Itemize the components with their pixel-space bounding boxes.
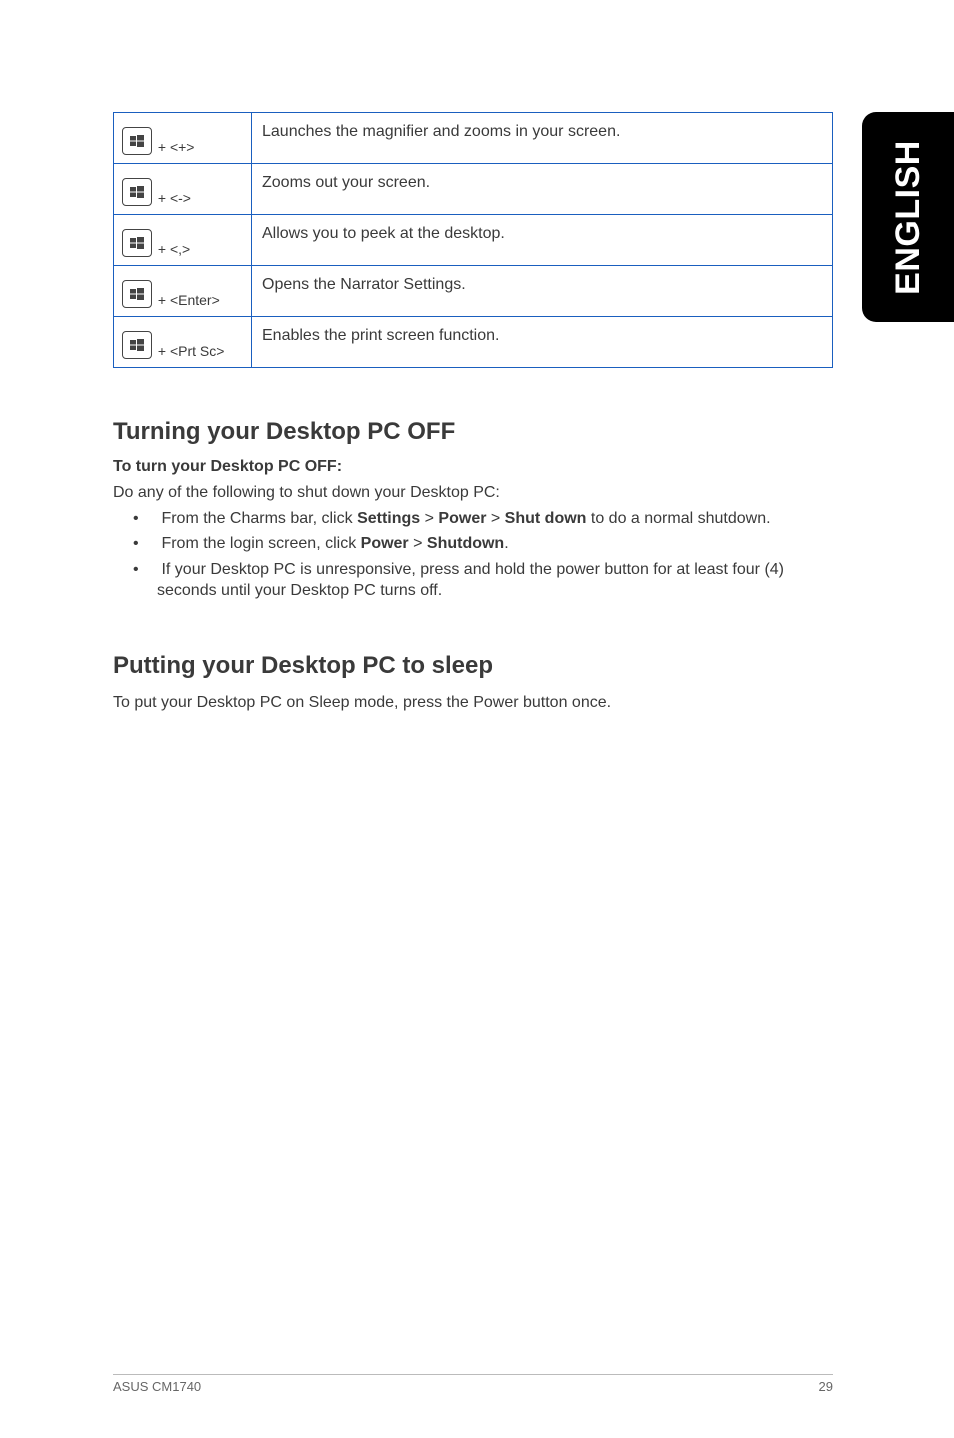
bullet-text: If your Desktop PC is unresponsive, pres… (157, 561, 784, 600)
windows-key-icon (122, 127, 152, 155)
shortcut-key-cell: + <Enter> (114, 266, 252, 317)
windows-key-icon (122, 229, 152, 257)
section1-intro: Do any of the following to shut down you… (113, 482, 833, 504)
shortcut-desc: Launches the magnifier and zooms in your… (252, 113, 833, 164)
shortcut-desc: Zooms out your screen. (252, 164, 833, 215)
shortcut-suffix: + <-> (158, 190, 191, 206)
shortcut-suffix: + <Prt Sc> (158, 343, 225, 359)
footer-model: ASUS CM1740 (113, 1379, 201, 1394)
list-item: From the login screen, click Power > Shu… (113, 533, 833, 555)
bullet-text: . (504, 535, 508, 552)
bullet-text: > (420, 510, 438, 527)
section1-bullets: From the Charms bar, click Settings > Po… (113, 508, 833, 602)
table-row: + <,> Allows you to peek at the desktop. (114, 215, 833, 266)
shortcut-desc: Allows you to peek at the desktop. (252, 215, 833, 266)
bullet-bold: Power (361, 535, 409, 552)
table-row: + <+> Launches the magnifier and zooms i… (114, 113, 833, 164)
bullet-text: to do a normal shutdown. (586, 510, 770, 527)
footer-page-number: 29 (819, 1379, 833, 1394)
bullet-text: > (409, 535, 427, 552)
bullet-bold: Power (438, 510, 486, 527)
shortcut-key-cell: + <,> (114, 215, 252, 266)
page-footer: ASUS CM1740 29 (113, 1374, 833, 1394)
windows-key-icon (122, 331, 152, 359)
bullet-bold: Shutdown (427, 535, 504, 552)
bullet-bold: Settings (357, 510, 420, 527)
main-content: + <+> Launches the magnifier and zooms i… (113, 112, 833, 718)
language-tab-label: ENGLISH (889, 140, 928, 295)
section2-body: To put your Desktop PC on Sleep mode, pr… (113, 692, 833, 714)
list-item: From the Charms bar, click Settings > Po… (113, 508, 833, 530)
shortcut-desc: Opens the Narrator Settings. (252, 266, 833, 317)
bullet-text: From the Charms bar, click (161, 510, 357, 527)
shortcuts-table: + <+> Launches the magnifier and zooms i… (113, 112, 833, 368)
table-row: + <Enter> Opens the Narrator Settings. (114, 266, 833, 317)
table-row: + <Prt Sc> Enables the print screen func… (114, 317, 833, 368)
section1-subhead: To turn your Desktop PC OFF: (113, 458, 833, 476)
bullet-text: From the login screen, click (161, 535, 360, 552)
shortcut-key-cell: + <-> (114, 164, 252, 215)
language-tab: ENGLISH (862, 112, 954, 322)
shortcut-suffix: + <Enter> (158, 292, 220, 308)
windows-key-icon (122, 280, 152, 308)
section-heading-turning-off: Turning your Desktop PC OFF (113, 418, 833, 446)
section-heading-sleep: Putting your Desktop PC to sleep (113, 652, 833, 680)
shortcut-suffix: + <,> (158, 241, 190, 257)
windows-key-icon (122, 178, 152, 206)
shortcut-key-cell: + <Prt Sc> (114, 317, 252, 368)
list-item: If your Desktop PC is unresponsive, pres… (113, 559, 833, 602)
shortcut-desc: Enables the print screen function. (252, 317, 833, 368)
table-row: + <-> Zooms out your screen. (114, 164, 833, 215)
shortcut-key-cell: + <+> (114, 113, 252, 164)
shortcut-suffix: + <+> (158, 139, 195, 155)
bullet-bold: Shut down (505, 510, 587, 527)
bullet-text: > (486, 510, 504, 527)
